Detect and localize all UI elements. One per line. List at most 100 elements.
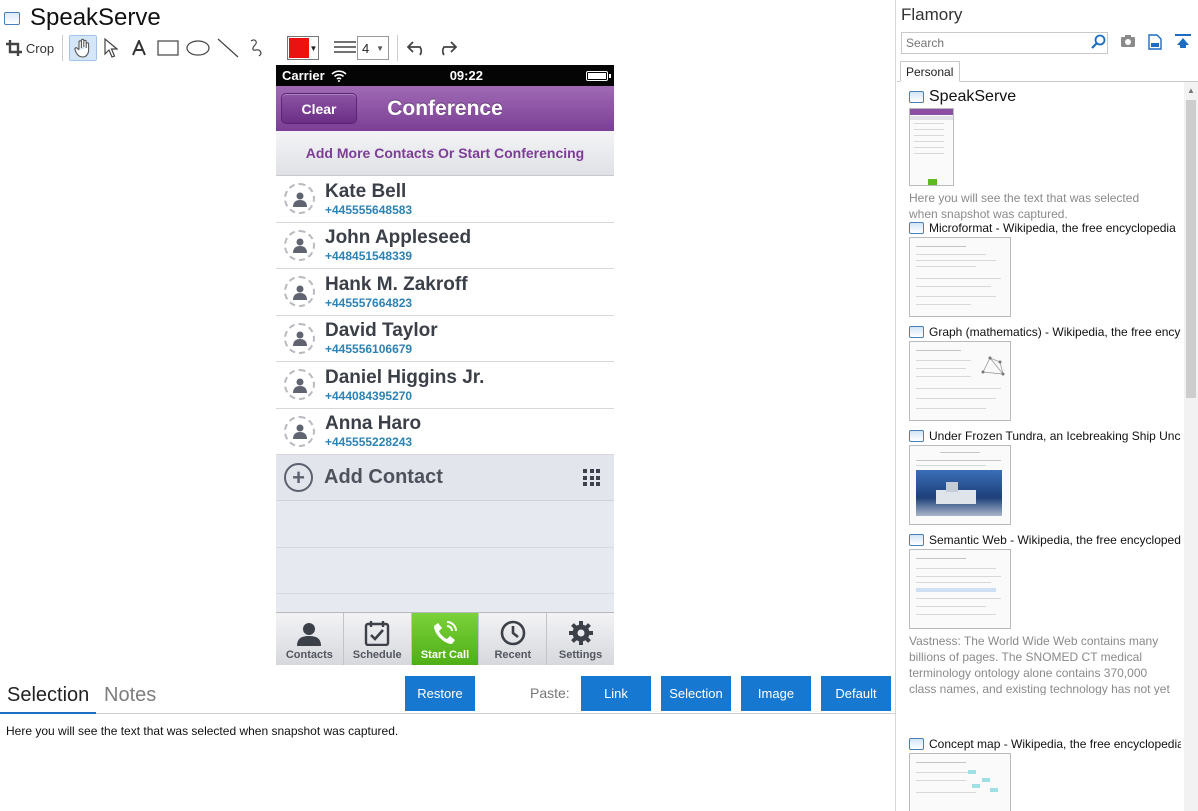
tab-recent[interactable]: Recent xyxy=(479,613,548,665)
phone-icon xyxy=(433,621,457,644)
app-window: SpeakServe Crop ▼ 4 ▼ Carrier 09:22 Clea… xyxy=(0,0,1198,811)
clock-icon xyxy=(500,620,526,646)
contact-row[interactable]: David Taylor +445556106679 xyxy=(276,316,614,362)
snapshot-thumbnail xyxy=(909,549,1011,629)
snapshot-snippet: Here you will see the text that was sele… xyxy=(909,191,1140,221)
snapshot-thumbnail xyxy=(909,237,1011,317)
snapshot-title: SpeakServe xyxy=(929,88,1017,105)
add-contact-row[interactable]: + Add Contact xyxy=(276,455,614,501)
chevron-down-icon: ▼ xyxy=(376,43,384,53)
contact-row[interactable]: Kate Bell +445555648583 xyxy=(276,176,614,223)
tab-label: Schedule xyxy=(352,649,402,661)
contact-phone: +448451548339 xyxy=(325,249,413,264)
contact-phone: +444084395270 xyxy=(325,388,413,403)
avatar-icon xyxy=(284,415,315,447)
tab-label: Recent xyxy=(494,649,532,661)
paste-link-button[interactable]: Link xyxy=(581,676,651,711)
tab-selection[interactable]: Selection xyxy=(7,684,89,707)
camera-icon[interactable] xyxy=(1120,34,1136,48)
contact-row[interactable]: Daniel Higgins Jr. +444084395270 xyxy=(276,362,614,409)
calendar-icon xyxy=(364,621,390,646)
snapshot-entry[interactable]: Microformat - Wikipedia, the free encycl… xyxy=(909,221,1181,317)
snapshot-icon xyxy=(909,222,924,234)
redo-button[interactable] xyxy=(432,35,460,61)
phone-tab-bar: Contacts Schedule Start Call Recent Sett… xyxy=(276,612,614,665)
tab-contacts[interactable]: Contacts xyxy=(276,613,344,665)
ellipse-tool-button[interactable] xyxy=(183,35,213,61)
contact-row[interactable]: Hank M. Zakroff +445557664823 xyxy=(276,269,614,316)
add-contact-label: Add Contact xyxy=(324,466,443,488)
page-title: SpeakServe xyxy=(30,4,161,31)
notes-panel: Selection Notes Restore Paste: Link Sele… xyxy=(0,676,896,811)
crop-button[interactable]: Crop xyxy=(4,35,56,61)
keypad-icon[interactable] xyxy=(583,469,600,486)
paste-image-button[interactable]: Image xyxy=(741,676,811,711)
scroll-thumb[interactable] xyxy=(1186,100,1196,398)
color-picker[interactable]: ▼ xyxy=(287,36,319,60)
contact-name: Daniel Higgins Jr. xyxy=(325,366,485,388)
restore-button[interactable]: Restore xyxy=(405,676,475,711)
sidebar-tabs: Personal xyxy=(897,61,1198,82)
document-icon[interactable] xyxy=(1148,34,1162,50)
line-icon xyxy=(217,38,239,58)
redo-icon xyxy=(441,41,457,56)
gear-icon xyxy=(568,621,593,645)
contact-row[interactable]: Anna Haro +445555228243 xyxy=(276,409,614,455)
upload-icon[interactable] xyxy=(1175,34,1191,50)
rectangle-icon xyxy=(157,40,179,56)
rectangle-tool-button[interactable] xyxy=(153,35,183,61)
hand-icon xyxy=(74,38,90,58)
snapshot-entry[interactable]: SpeakServe Here you will see the text th… xyxy=(909,88,1181,222)
tab-start-call[interactable]: Start Call xyxy=(411,613,480,665)
tab-schedule[interactable]: Schedule xyxy=(344,613,412,665)
carrier-label: Carrier xyxy=(282,68,325,83)
contact-phone: +445555648583 xyxy=(325,202,413,217)
selection-text[interactable]: Here you will see the text that was sele… xyxy=(6,724,398,738)
snapshot-title: Semantic Web - Wikipedia, the free encyc… xyxy=(929,533,1181,547)
snapshot-thumbnail xyxy=(909,341,1011,421)
snapshot-entry[interactable]: Semantic Web - Wikipedia, the free encyc… xyxy=(909,533,1181,695)
paste-label: Paste: xyxy=(530,685,570,701)
flamory-sidebar: Flamory Personal ▲ SpeakServe xyxy=(897,0,1198,811)
tab-settings[interactable]: Settings xyxy=(547,613,614,665)
toolbar-divider xyxy=(62,35,63,61)
line-width-value: 4 xyxy=(362,40,370,56)
line-tool-button[interactable] xyxy=(213,35,243,61)
wifi-icon xyxy=(331,69,347,82)
tab-notes[interactable]: Notes xyxy=(104,684,156,707)
crop-label: Crop xyxy=(25,40,55,56)
notes-tabs: Selection Notes Restore Paste: Link Sele… xyxy=(0,676,896,714)
paste-default-button[interactable]: Default xyxy=(821,676,891,711)
line-width-select[interactable]: 4 ▼ xyxy=(357,36,389,60)
empty-row xyxy=(276,501,614,548)
undo-button[interactable] xyxy=(404,35,432,61)
snapshot-entry[interactable]: Graph (mathematics) - Wikipedia, the fre… xyxy=(909,325,1181,421)
snapshot-thumbnail xyxy=(909,753,1011,811)
paste-selection-button[interactable]: Selection xyxy=(661,676,731,711)
add-contacts-banner[interactable]: Add More Contacts Or Start Conferencing xyxy=(276,131,614,176)
clear-button[interactable]: Clear xyxy=(281,93,357,124)
avatar-icon xyxy=(284,276,315,308)
text-tool-button[interactable] xyxy=(125,35,153,61)
freehand-tool-button[interactable] xyxy=(243,35,273,61)
empty-row xyxy=(276,547,614,594)
avatar-icon xyxy=(284,183,315,215)
sidebar-scrollbar[interactable]: ▲ xyxy=(1184,82,1198,811)
scroll-up-icon[interactable]: ▲ xyxy=(1187,86,1195,95)
tab-label: Settings xyxy=(558,649,603,661)
search-input[interactable] xyxy=(901,32,1108,54)
contact-name: Anna Haro xyxy=(325,413,422,435)
snapshot-entry[interactable]: Concept map - Wikipedia, the free encycl… xyxy=(909,737,1181,811)
contact-row[interactable]: John Appleseed +448451548339 xyxy=(276,223,614,269)
tab-label: Contacts xyxy=(285,649,333,661)
tab-personal[interactable]: Personal xyxy=(900,61,960,82)
snapshot-entry[interactable]: Under Frozen Tundra, an Icebreaking Ship… xyxy=(909,429,1181,525)
hand-tool-button[interactable] xyxy=(69,35,97,61)
contact-list: Kate Bell +445555648583 John Appleseed +44… xyxy=(276,176,614,455)
crop-icon xyxy=(5,40,22,56)
text-icon xyxy=(132,40,146,56)
select-tool-button[interactable] xyxy=(97,35,125,61)
search-icon[interactable] xyxy=(1090,34,1106,50)
avatar-icon xyxy=(284,369,315,401)
ellipse-icon xyxy=(186,40,210,56)
